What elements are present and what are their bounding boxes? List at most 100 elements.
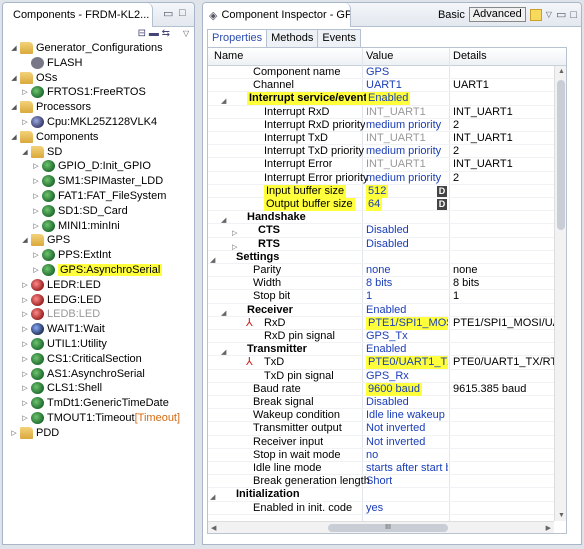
property-value[interactable]: 512 (366, 184, 389, 198)
tree-item[interactable]: ▷ WAIT1:Wait (3, 322, 194, 337)
property-row[interactable]: ◢ Initialization (208, 488, 566, 502)
collapse-twisty-icon[interactable]: ◢ (9, 100, 19, 115)
expand-twisty-icon[interactable]: ▷ (20, 337, 30, 352)
tree-item[interactable]: ▷ LEDB:LED (3, 307, 194, 322)
property-value[interactable]: yes (366, 502, 383, 515)
property-value[interactable]: Not inverted (366, 436, 425, 449)
scroll-up-icon[interactable]: ▲ (558, 68, 565, 75)
property-value[interactable]: 8 bits (366, 277, 392, 290)
property-row[interactable]: RxD pin signal GPS_Tx (208, 330, 566, 344)
property-value[interactable]: INT_UART1 (366, 158, 426, 171)
property-row[interactable]: Input buffer size 512 D (208, 184, 566, 198)
property-row[interactable]: ◢ Settings (208, 251, 566, 264)
expand-twisty-icon[interactable]: ▷ (31, 263, 41, 278)
property-value[interactable]: Disabled (366, 224, 409, 237)
tree-item[interactable]: ▷ PPS:ExtInt (3, 248, 194, 263)
tree-item[interactable]: ▷ FRTOS1:FreeRTOS (3, 85, 194, 100)
property-row[interactable]: Width 8 bits 8 bits (208, 277, 566, 291)
property-row[interactable]: ⅄ TxD PTE0/UART1_TX/R... PTE0/UART1_TX/RTC_… (208, 356, 566, 370)
property-value[interactable]: Short (366, 475, 392, 488)
property-row[interactable]: ▷ RTS Disabled (208, 238, 566, 251)
property-value[interactable]: Enabled (366, 92, 411, 106)
property-value[interactable]: none (366, 264, 390, 277)
property-row[interactable]: Break signal Disabled (208, 396, 566, 410)
property-value[interactable]: medium priority (366, 119, 441, 132)
property-row[interactable]: Receiver input Not inverted (208, 436, 566, 449)
property-value[interactable]: 1 (366, 290, 372, 303)
tree-item[interactable]: ▷ MINI1:minIni (3, 219, 194, 234)
property-row[interactable]: Channel UART1 UART1 (208, 79, 566, 93)
tree-item[interactable]: ▷ FAT1:FAT_FileSystem (3, 189, 194, 204)
collapse-twisty-icon[interactable]: ◢ (20, 145, 30, 160)
property-row[interactable]: Parity none none (208, 264, 566, 278)
property-value[interactable]: PTE1/SPI1_MOSI/... (366, 316, 448, 330)
property-row[interactable]: Interrupt RxD priority medium priority 2 (208, 119, 566, 132)
property-value[interactable]: 64 (366, 198, 383, 211)
tree-item[interactable]: ▷ SM1:SPIMaster_LDD (3, 174, 194, 189)
property-row[interactable]: ◢ Interrupt service/event Enabled (208, 92, 566, 106)
property-row[interactable]: ◢ Transmitter Enabled (208, 343, 566, 357)
property-row[interactable]: Interrupt TxD INT_UART1 INT_UART1 (208, 132, 566, 146)
expand-twisty-icon[interactable]: ▷ (31, 189, 41, 204)
expand-twisty-icon[interactable]: ▷ (20, 396, 30, 411)
collapse-twisty-icon[interactable]: ◢ (9, 41, 19, 56)
expand-twisty-icon[interactable]: ▷ (31, 159, 41, 174)
property-value[interactable]: Enabled (366, 343, 406, 356)
tree-item[interactable]: ▷ Cpu:MKL25Z128VLK4 (3, 115, 194, 130)
maximize-icon[interactable]: □ (570, 9, 577, 21)
column-header-name[interactable]: Name (214, 50, 243, 62)
tab-methods[interactable]: Methods (266, 29, 319, 47)
tree-item[interactable]: ▷ TmDt1:GenericTimeDate (3, 396, 194, 411)
property-row[interactable]: Idle line mode starts after start bit (208, 462, 566, 476)
maximize-icon[interactable]: □ (179, 7, 186, 19)
property-value[interactable]: Enabled (366, 304, 406, 317)
property-row[interactable]: Output buffer size 64 D (208, 198, 566, 212)
default-value-button[interactable]: D (437, 199, 447, 210)
tree-item[interactable]: ◢ GPS (3, 233, 194, 248)
property-value[interactable]: UART1 (366, 79, 402, 92)
tab-events[interactable]: Events (317, 29, 361, 47)
expand-twisty-icon[interactable]: ▷ (20, 367, 30, 382)
advanced-mode-button[interactable]: Advanced (468, 7, 526, 22)
property-value[interactable]: 9600 baud (366, 382, 422, 396)
minimize-icon[interactable]: ▭ (163, 7, 173, 20)
column-header-details[interactable]: Details (453, 50, 487, 62)
expand-twisty-icon[interactable]: ▷ (20, 352, 30, 367)
tree-item[interactable]: ▷ AS1:AsynchroSerial (3, 367, 194, 382)
components-view-tab[interactable]: Components - FRDM-KL2... ✕ (3, 3, 153, 27)
expand-twisty-icon[interactable]: ▷ (31, 174, 41, 189)
property-row[interactable]: Break generation length Short (208, 475, 566, 489)
expand-twisty-icon[interactable]: ▷ (20, 278, 30, 293)
tab-properties[interactable]: Properties (207, 29, 268, 48)
tree-item[interactable]: ▷ CS1:CriticalSection (3, 352, 194, 367)
expand-twisty-icon[interactable]: ▷ (20, 411, 30, 426)
tree-item[interactable]: ▷ GPS:AsynchroSerial (3, 263, 194, 278)
scroll-down-icon[interactable]: ▼ (558, 512, 565, 519)
property-row[interactable]: Wakeup condition Idle line wakeup (208, 409, 566, 423)
property-value[interactable]: no (366, 449, 378, 462)
expand-twisty-icon[interactable]: ▷ (9, 426, 19, 441)
tree-item[interactable]: ▷ UTIL1:Utility (3, 337, 194, 352)
property-row[interactable]: Interrupt TxD priority medium priority 2 (208, 145, 566, 159)
property-value[interactable]: medium priority (366, 145, 441, 158)
property-value[interactable]: PTE0/UART1_TX/R... (366, 356, 448, 370)
expand-twisty-icon[interactable]: ▷ (20, 381, 30, 396)
basic-mode-label[interactable]: Basic (438, 9, 465, 21)
expand-twisty-icon[interactable]: ▷ (20, 85, 30, 100)
tree-item[interactable]: ▷ LEDG:LED (3, 293, 194, 308)
property-row[interactable]: ◢ Receiver Enabled (208, 304, 566, 317)
tree-item[interactable]: ◢ Processors (3, 100, 194, 115)
expand-twisty-icon[interactable]: ▷ (31, 219, 41, 234)
vertical-scroll-thumb[interactable] (557, 80, 565, 230)
tree-item[interactable]: ▷ PDD (3, 426, 194, 441)
minimize-icon[interactable]: ▭ (556, 8, 566, 21)
property-row[interactable]: ⅄ RxD PTE1/SPI1_MOSI/... PTE1/SPI1_MOSI/UAR… (208, 316, 566, 330)
property-value[interactable]: GPS_Tx (366, 330, 408, 343)
help-icon[interactable] (529, 8, 542, 21)
property-row[interactable]: TxD pin signal GPS_Rx (208, 370, 566, 383)
property-value[interactable]: Idle line wakeup (366, 409, 445, 422)
property-row[interactable]: Interrupt Error INT_UART1 INT_UART1 (208, 158, 566, 172)
property-value[interactable]: GPS (366, 66, 389, 79)
scroll-left-icon[interactable]: ◀ (211, 524, 216, 532)
expand-twisty-icon[interactable]: ▷ (20, 307, 30, 322)
